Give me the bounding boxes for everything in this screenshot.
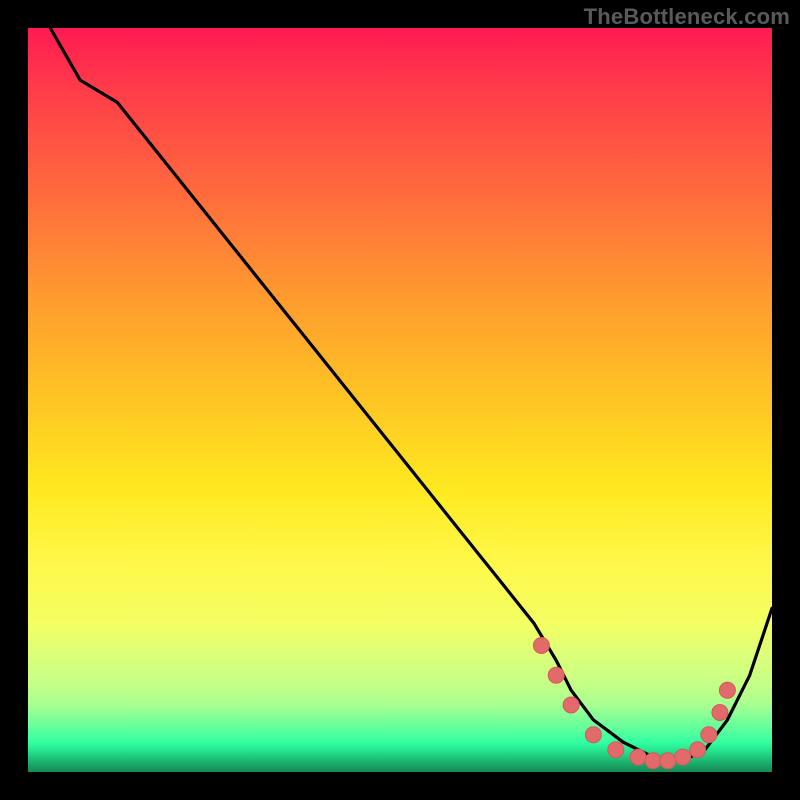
curve-marker — [701, 727, 717, 743]
curve-marker — [585, 727, 601, 743]
curve-group — [50, 28, 772, 761]
bottleneck-curve — [50, 28, 772, 761]
curve-marker — [608, 742, 624, 758]
curve-marker — [548, 667, 564, 683]
curve-marker — [660, 753, 676, 769]
chart-svg — [28, 28, 772, 772]
curve-marker — [719, 682, 735, 698]
watermark-text: TheBottleneck.com — [584, 4, 790, 30]
curve-marker — [675, 749, 691, 765]
chart-frame: TheBottleneck.com — [0, 0, 800, 800]
curve-marker — [533, 638, 549, 654]
curve-marker — [712, 705, 728, 721]
plot-area — [28, 28, 772, 772]
curve-marker — [690, 742, 706, 758]
curve-marker — [645, 753, 661, 769]
curve-markers — [533, 638, 735, 769]
curve-marker — [630, 749, 646, 765]
curve-marker — [563, 697, 579, 713]
